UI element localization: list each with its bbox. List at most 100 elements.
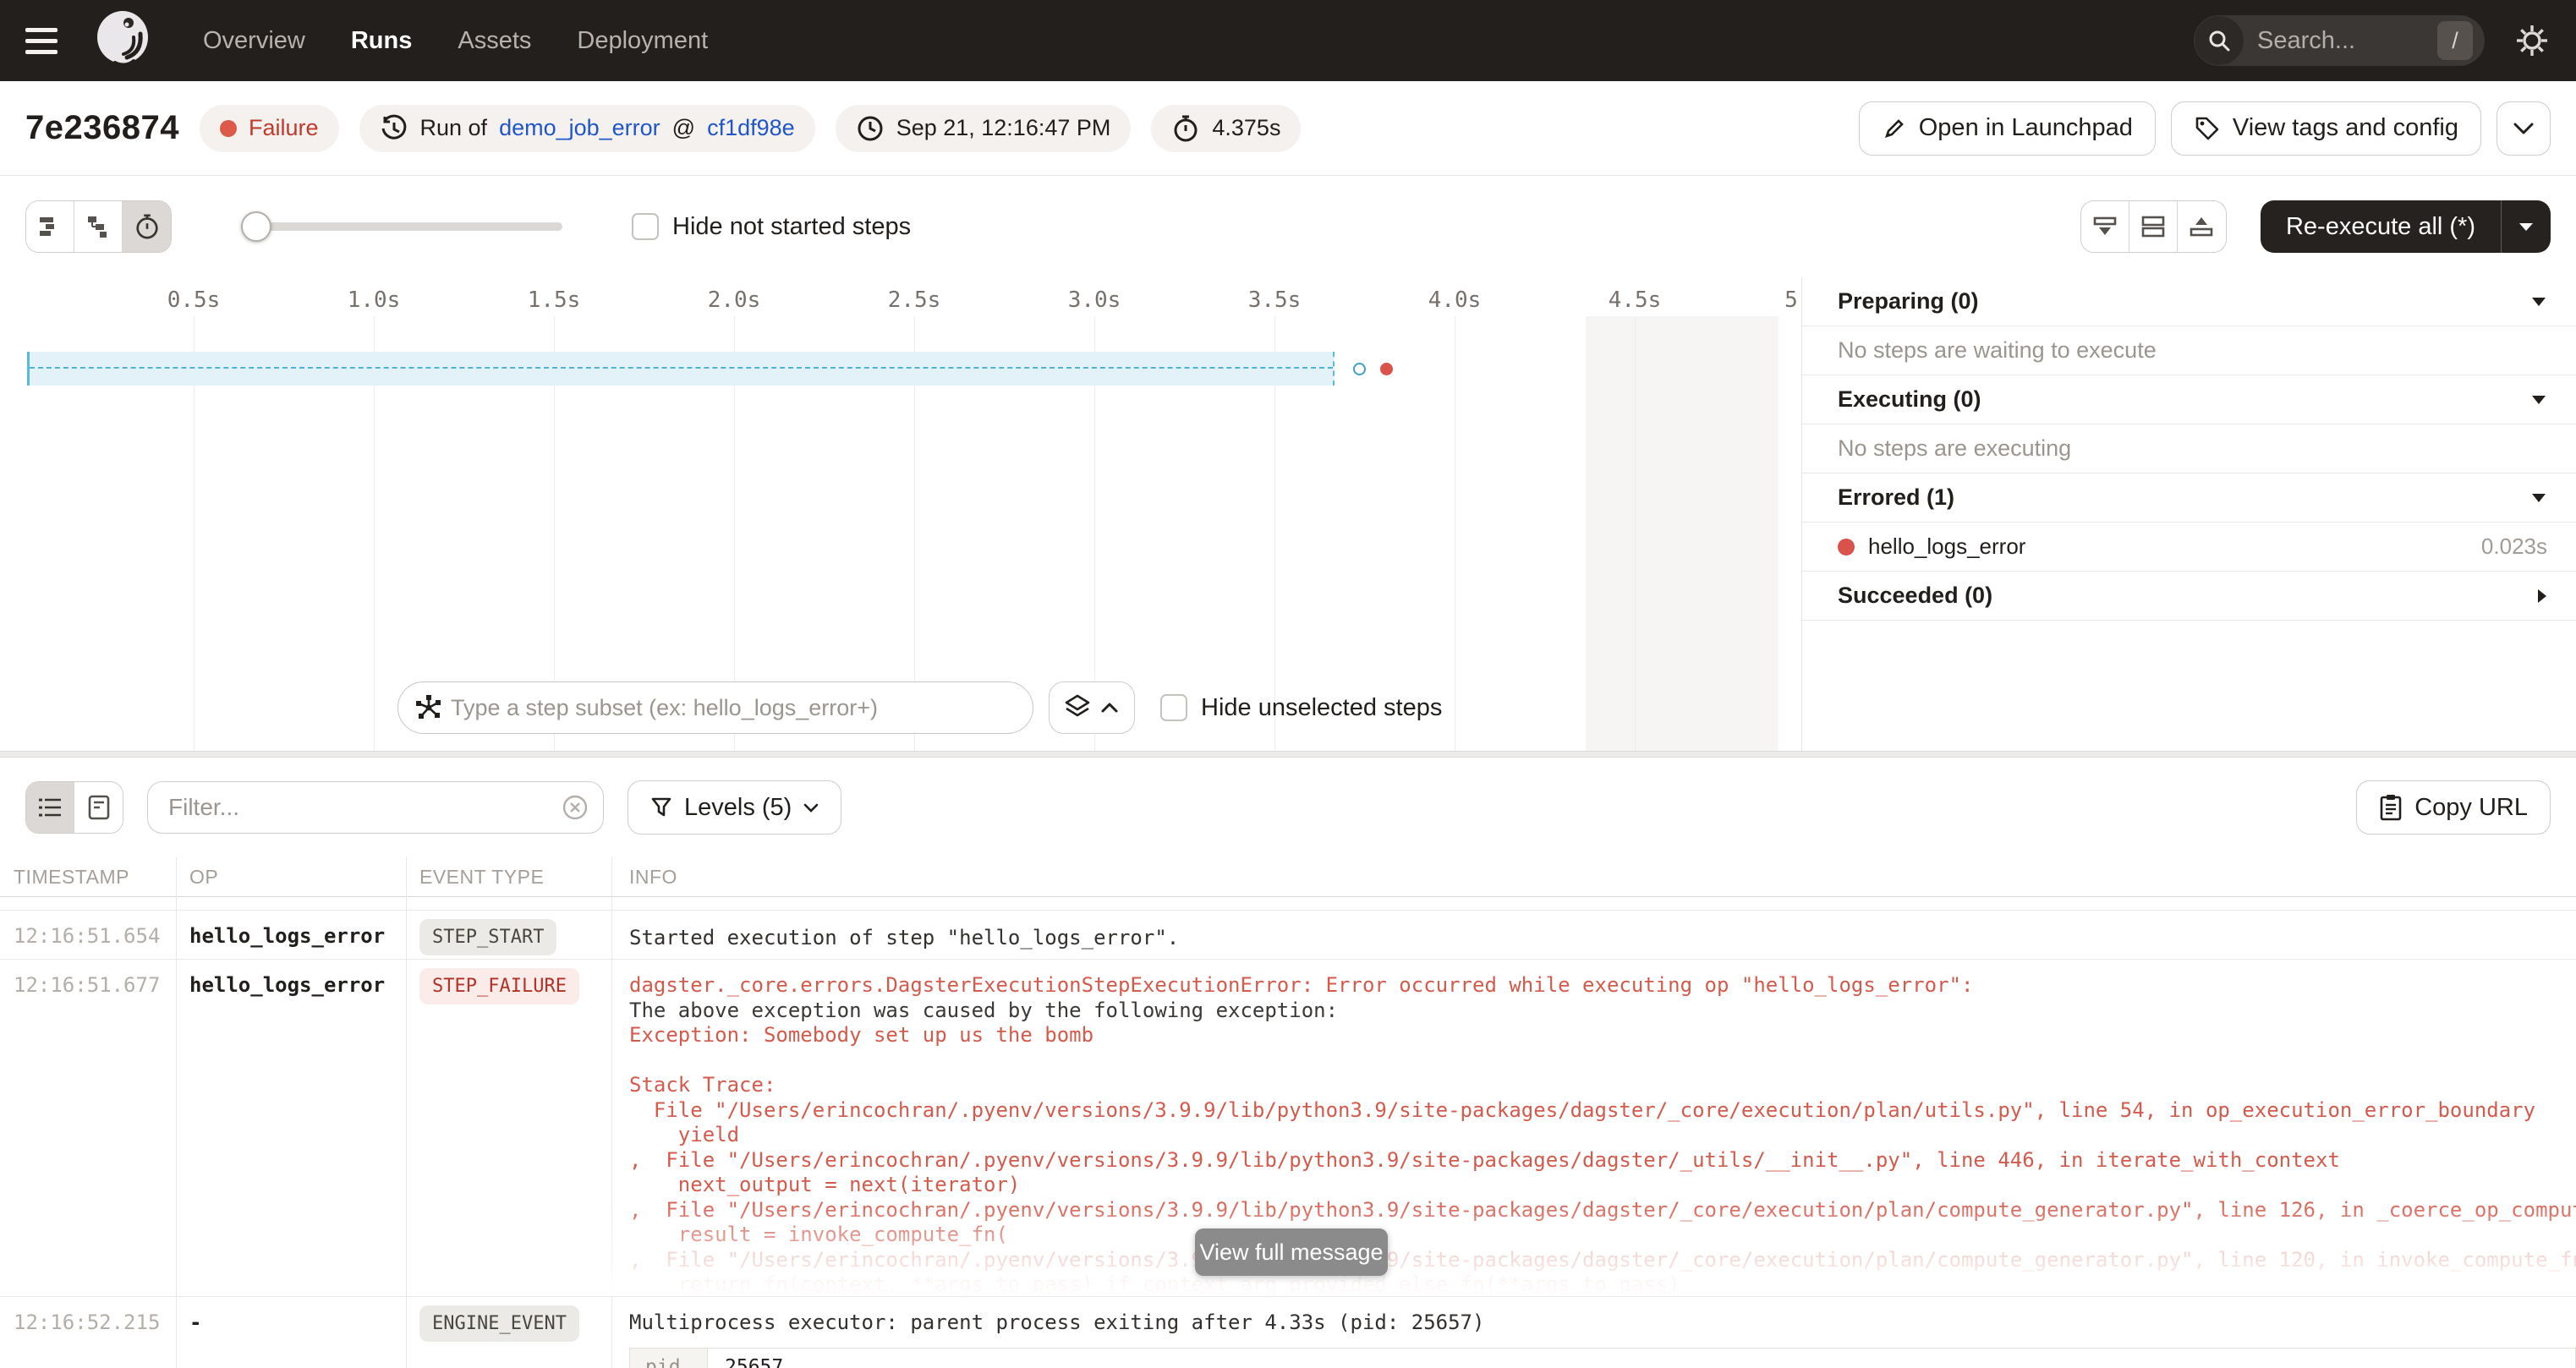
log-row-engine-event[interactable]: 12:16:52.215 - ENGINE_EVENT Multiprocess…	[0, 1297, 2576, 1368]
log-op: hello_logs_error	[176, 960, 406, 1296]
gridline	[1635, 316, 1636, 751]
timestamp-pill: Sep 21, 12:16:47 PM	[836, 105, 1132, 152]
hide-not-started-label: Hide not started steps	[672, 213, 911, 241]
panel-section-errored[interactable]: Errored (1)	[1802, 473, 2576, 523]
axis-tick: 1.5s	[528, 287, 581, 313]
event-type-badge: STEP_FAILURE	[419, 968, 579, 1004]
table-view-button[interactable]	[26, 782, 74, 833]
error-dot-icon	[1838, 539, 1855, 555]
panel-section-preparing[interactable]: Preparing (0)	[1802, 277, 2576, 326]
gantt-shaded-band	[1586, 316, 1779, 751]
timer-view-button[interactable]	[123, 201, 171, 252]
commit-link[interactable]: cf1df98e	[707, 115, 795, 141]
header-more-dropdown-button[interactable]	[2497, 101, 2551, 156]
gantt-view-mode-group	[25, 200, 172, 253]
nav-link-assets[interactable]: Assets	[458, 27, 531, 55]
clear-filter-icon[interactable]	[562, 794, 589, 821]
search-input[interactable]	[2255, 26, 2437, 56]
panel-empty-preparing: No steps are waiting to execute	[1802, 326, 2576, 375]
gantt-section: 0.5s 1.0s 1.5s 2.0s 2.5s 3.0s 3.5s 4.0s …	[0, 277, 2576, 751]
log-op: -	[176, 1297, 406, 1368]
gantt-toolbar: Hide not started steps Re-execute all (*…	[0, 176, 2576, 277]
raw-view-button[interactable]	[74, 782, 123, 833]
dagster-logo-icon[interactable]	[91, 8, 156, 73]
step-subset-input[interactable]	[397, 681, 1033, 734]
error-line: File "/Users/erincochran/.pyenv/versions…	[629, 1098, 2576, 1124]
flat-view-button[interactable]	[26, 201, 74, 252]
col-header-event-type: EVENT TYPE	[406, 866, 611, 889]
header-buttons: Open in Launchpad View tags and config	[1859, 101, 2551, 156]
hide-unselected-checkbox[interactable]	[1160, 694, 1187, 721]
panel-layout-group	[2080, 200, 2227, 253]
copy-url-button[interactable]: Copy URL	[2356, 780, 2551, 834]
split-view-button[interactable]	[2129, 201, 2178, 252]
log-view-mode-group	[25, 781, 123, 834]
clipboard-icon	[2379, 794, 2403, 821]
event-type-badge: ENGINE_EVENT	[419, 1305, 579, 1342]
job-name-link[interactable]: demo_job_error	[499, 115, 660, 141]
view-full-message-button[interactable]: View full message	[1195, 1228, 1388, 1276]
nav-link-runs[interactable]: Runs	[351, 27, 413, 55]
error-line: Exception: Somebody set up us the bomb	[629, 1023, 2576, 1048]
log-row-step-start[interactable]: 12:16:51.654 hello_logs_error STEP_START…	[0, 911, 2576, 960]
gear-icon[interactable]	[2513, 22, 2551, 59]
error-line: , File "/Users/erincochran/.pyenv/versio…	[629, 1198, 2576, 1223]
hamburger-menu-icon[interactable]	[25, 28, 63, 54]
reexecute-all-button[interactable]: Re-execute all (*)	[2261, 200, 2551, 253]
panel-section-executing[interactable]: Executing (0)	[1802, 375, 2576, 424]
axis-tick: 5	[1784, 287, 1798, 313]
metadata-table: pid 25657	[629, 1348, 2576, 1368]
log-timestamp: 12:16:52.215	[0, 1297, 176, 1368]
log-timestamp: 12:16:51.654	[0, 911, 176, 959]
op-selector-icon	[414, 693, 443, 722]
hide-not-started-checkbox[interactable]	[632, 213, 659, 240]
hide-unselected-label: Hide unselected steps	[1201, 694, 1442, 722]
step-duration-bar[interactable]	[27, 352, 1335, 386]
collapse-down-button[interactable]	[2081, 201, 2129, 252]
chevron-down-icon	[2530, 296, 2547, 307]
col-header-timestamp: TIMESTAMP	[0, 866, 176, 889]
partial-row	[0, 897, 2576, 911]
levels-dropdown-button[interactable]: Levels (5)	[628, 780, 841, 834]
run-of-pill: Run of demo_job_error @ cf1df98e	[359, 105, 815, 152]
zoom-slider-knob[interactable]	[241, 211, 271, 242]
run-id: 7e236874	[25, 109, 179, 147]
section-divider[interactable]	[0, 751, 2576, 758]
hide-unselected-row: Hide unselected steps	[1160, 694, 1442, 722]
open-in-launchpad-button[interactable]: Open in Launchpad	[1859, 101, 2156, 156]
pencil-icon	[1882, 116, 1907, 141]
failure-marker-dot[interactable]	[1380, 363, 1393, 375]
tag-icon	[2194, 115, 2221, 142]
chevron-right-icon	[2536, 588, 2547, 605]
error-line: result = invoke_compute_fn(	[629, 1223, 2576, 1248]
log-filter-input[interactable]	[147, 781, 604, 834]
panel-section-succeeded[interactable]: Succeeded (0)	[1802, 572, 2576, 621]
log-timestamp: 12:16:51.677	[0, 960, 176, 1296]
search-shortcut-badge: /	[2437, 21, 2473, 60]
view-tags-config-button[interactable]: View tags and config	[2171, 101, 2481, 156]
search-icon	[2195, 16, 2244, 65]
error-line: return fn(context, **args_to_pass) if co…	[629, 1272, 2576, 1296]
expand-up-button[interactable]	[2178, 201, 2226, 252]
metadata-key: pid	[630, 1349, 708, 1368]
zoom-slider[interactable]	[241, 211, 562, 242]
nav-link-deployment[interactable]: Deployment	[577, 27, 708, 55]
zoom-slider-track[interactable]	[241, 222, 562, 231]
error-line: dagster._core.errors.DagsterExecutionSte…	[629, 973, 2576, 999]
gantt-toolbar-right: Re-execute all (*)	[2080, 200, 2551, 253]
waterfall-view-button[interactable]	[74, 201, 123, 252]
event-marker-circle[interactable]	[1353, 363, 1366, 375]
chevron-down-icon	[2530, 394, 2547, 405]
search-box[interactable]: /	[2194, 15, 2485, 66]
errored-step-row[interactable]: hello_logs_error 0.023s	[1802, 523, 2576, 572]
gantt-chart[interactable]: 0.5s 1.0s 1.5s 2.0s 2.5s 3.0s 3.5s 4.0s …	[0, 277, 1801, 751]
step-subset-row: Hide unselected steps	[397, 681, 1442, 734]
nav-link-overview[interactable]: Overview	[203, 27, 305, 55]
axis-tick: 3.5s	[1248, 287, 1302, 313]
axis-tick: 4.5s	[1609, 287, 1662, 313]
error-line: The above exception was caused by the fo…	[629, 999, 2576, 1024]
layers-icon	[1065, 694, 1090, 721]
top-nav: Overview Runs Assets Deployment /	[0, 0, 2576, 81]
reexecute-dropdown-button[interactable]	[2501, 200, 2551, 253]
graph-query-toggle-button[interactable]	[1049, 681, 1135, 734]
